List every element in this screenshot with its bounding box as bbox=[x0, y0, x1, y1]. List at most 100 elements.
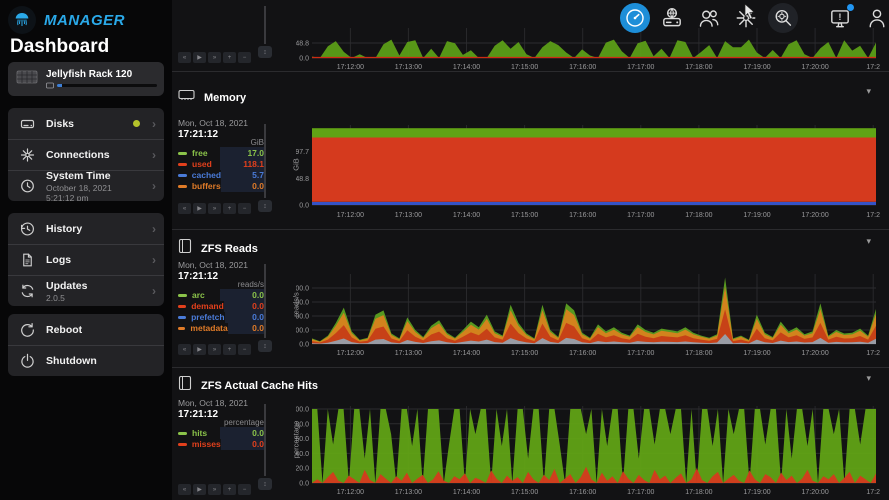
alerts-monitor-icon[interactable]: ! bbox=[825, 3, 855, 33]
svg-text:17:15:00: 17:15:00 bbox=[511, 489, 538, 496]
zoom-in-button[interactable]: + bbox=[223, 484, 236, 495]
slider-handle[interactable]: ↕ bbox=[258, 340, 272, 352]
collapse-chevron-icon[interactable]: ▾ bbox=[866, 373, 871, 384]
rewind-button[interactable]: « bbox=[178, 203, 191, 214]
memory-icon bbox=[178, 88, 195, 107]
collapse-chevron-icon[interactable]: ▾ bbox=[866, 86, 871, 97]
legend-swatch bbox=[178, 174, 187, 177]
legend-row-arc[interactable]: arc0.0 bbox=[178, 290, 266, 300]
rewind-button[interactable]: « bbox=[178, 344, 191, 355]
app-root: MANAGER Dashboard Jellyfish Rack 120 bbox=[0, 0, 889, 500]
svg-text:17:13:00: 17:13:00 bbox=[395, 212, 422, 219]
svg-text:17:18:00: 17:18:00 bbox=[685, 489, 712, 496]
panel-header-zfs-reads[interactable]: ZFS Reads bbox=[178, 238, 258, 259]
rewind-button[interactable]: « bbox=[178, 484, 191, 495]
account-person-icon[interactable] bbox=[862, 3, 889, 33]
zoom-out-button[interactable]: − bbox=[238, 344, 251, 355]
svg-text:17:2: 17:2 bbox=[866, 212, 880, 219]
svg-text:0.0: 0.0 bbox=[299, 203, 309, 210]
transport-controls: «▶»+− bbox=[178, 203, 251, 214]
zoom-out-button[interactable]: − bbox=[238, 484, 251, 495]
slider-track[interactable] bbox=[264, 6, 266, 44]
svg-text:0.0: 0.0 bbox=[299, 342, 309, 349]
chart-memory[interactable]: 17:12:0017:13:0017:14:0017:15:0017:16:00… bbox=[296, 123, 886, 220]
legend-label: cached bbox=[192, 170, 221, 180]
slider-handle[interactable]: ↕ bbox=[258, 200, 272, 212]
legend-row-prefetch[interactable]: prefetch0.0 bbox=[178, 312, 266, 322]
zoom-in-button[interactable]: + bbox=[223, 52, 236, 63]
rewind-button[interactable]: « bbox=[178, 52, 191, 63]
main-content: ! «▶»+− ↕ 17:12:0017:13:0017:14:0017:15:… bbox=[172, 0, 889, 500]
sidebar-item-logs[interactable]: Logs› bbox=[8, 244, 164, 275]
legend-row-free[interactable]: free17.0 bbox=[178, 148, 266, 158]
users-icon[interactable] bbox=[694, 3, 724, 33]
play-button[interactable]: ▶ bbox=[193, 484, 206, 495]
forward-button[interactable]: » bbox=[208, 344, 221, 355]
panel-separator bbox=[172, 367, 889, 368]
sidebar-item-disks[interactable]: Disks› bbox=[8, 108, 164, 139]
sidebar-item-subtitle: October 18, 2021 5:21:12 pm bbox=[46, 183, 142, 202]
notification-dot bbox=[847, 4, 854, 11]
slider-handle[interactable]: ↕ bbox=[258, 46, 272, 58]
forward-button[interactable]: » bbox=[208, 52, 221, 63]
legend-label: prefetch bbox=[191, 312, 225, 322]
forward-button[interactable]: » bbox=[208, 203, 221, 214]
svg-text:17:19:00: 17:19:00 bbox=[743, 489, 770, 496]
play-button[interactable]: ▶ bbox=[193, 344, 206, 355]
sidebar-item-reboot[interactable]: Reboot bbox=[8, 314, 164, 345]
panel-header-memory[interactable]: Memory bbox=[178, 88, 246, 107]
chart-zfs-reads[interactable]: 17:12:0017:13:0017:14:0017:15:0017:16:00… bbox=[296, 266, 886, 358]
chart-datetime: Mon, Oct 18, 202117:21:12 bbox=[178, 398, 288, 420]
legend-row-used[interactable]: used118.1 bbox=[178, 159, 266, 169]
disk-icon bbox=[18, 116, 36, 132]
clock-icon bbox=[18, 178, 36, 194]
zoom-in-button[interactable]: + bbox=[223, 203, 236, 214]
legend-row-misses[interactable]: misses0.0 bbox=[178, 439, 266, 449]
rack-card[interactable]: Jellyfish Rack 120 bbox=[8, 62, 164, 96]
svg-text:17:14:00: 17:14:00 bbox=[453, 489, 480, 496]
sidebar-item-history[interactable]: History› bbox=[8, 213, 164, 244]
play-button[interactable]: ▶ bbox=[193, 52, 206, 63]
svg-text:17:15:00: 17:15:00 bbox=[511, 350, 538, 357]
slider-handle[interactable]: ↕ bbox=[258, 478, 272, 490]
legend-row-metadata[interactable]: metadata0.0 bbox=[178, 323, 266, 333]
slider-track[interactable] bbox=[264, 124, 266, 198]
legend-swatch bbox=[178, 327, 185, 330]
collapse-chevron-icon[interactable]: ▾ bbox=[866, 236, 871, 247]
legend-row-hits[interactable]: hits0.0 bbox=[178, 428, 266, 438]
svg-text:17:17:00: 17:17:00 bbox=[627, 64, 654, 71]
svg-text:17:12:00: 17:12:00 bbox=[337, 64, 364, 71]
chart-cache-hits[interactable]: 17:12:0017:13:0017:14:0017:15:0017:16:00… bbox=[296, 404, 886, 497]
svg-text:17:16:00: 17:16:00 bbox=[569, 212, 596, 219]
panel-header-cache-hits[interactable]: ZFS Actual Cache Hits bbox=[178, 375, 318, 396]
svg-text:40.0: 40.0 bbox=[296, 451, 309, 458]
forward-button[interactable]: » bbox=[208, 484, 221, 495]
legend-unit: percentage bbox=[178, 418, 266, 427]
legend-row-buffers[interactable]: buffers0.0 bbox=[178, 181, 266, 191]
legend-cache-hits: percentage hits0.0misses0.0 bbox=[178, 418, 266, 450]
svg-text:17:17:00: 17:17:00 bbox=[627, 212, 654, 219]
chart-top-partial[interactable]: 17:12:0017:13:0017:14:0017:15:0017:16:00… bbox=[296, 28, 886, 72]
disks-rack-icon[interactable] bbox=[657, 3, 687, 33]
sidebar-item-system-time[interactable]: System TimeOctober 18, 2021 5:21:12 pm› bbox=[8, 170, 164, 201]
dashboard-gauge-icon[interactable] bbox=[620, 3, 650, 33]
zoom-in-button[interactable]: + bbox=[223, 344, 236, 355]
sidebar-item-updates[interactable]: Updates2.0.5› bbox=[8, 275, 164, 306]
play-button[interactable]: ▶ bbox=[193, 203, 206, 214]
zoom-out-button[interactable]: − bbox=[238, 203, 251, 214]
zoom-out-button[interactable]: − bbox=[238, 52, 251, 63]
slider-track[interactable] bbox=[264, 404, 266, 476]
svg-text:17:15:00: 17:15:00 bbox=[511, 212, 538, 219]
sidebar-item-connections[interactable]: Connections› bbox=[8, 139, 164, 170]
settings-search-icon[interactable] bbox=[768, 3, 798, 33]
legend-value: 0.0 bbox=[228, 322, 266, 334]
legend-swatch bbox=[178, 443, 187, 446]
svg-text:48.8: 48.8 bbox=[296, 176, 309, 183]
legend-row-cached[interactable]: cached5.7 bbox=[178, 170, 266, 180]
svg-text:17:2: 17:2 bbox=[866, 350, 880, 357]
svg-text:17:14:00: 17:14:00 bbox=[453, 350, 480, 357]
legend-row-demand[interactable]: demand0.0 bbox=[178, 301, 266, 311]
slider-track[interactable] bbox=[264, 264, 266, 338]
legend-swatch bbox=[178, 163, 187, 166]
sidebar-item-shutdown[interactable]: Shutdown bbox=[8, 345, 164, 376]
